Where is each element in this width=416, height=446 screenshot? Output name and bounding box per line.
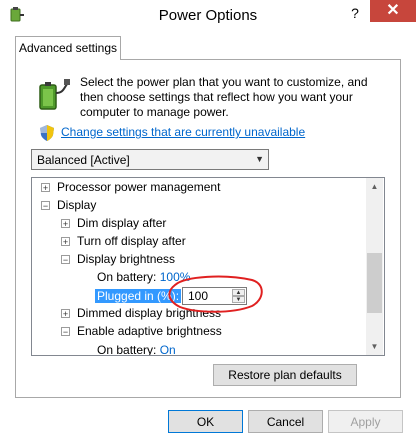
- tree-item-label: Processor power management: [57, 180, 221, 194]
- expand-icon[interactable]: +: [41, 183, 50, 193]
- plugged-in-label: Plugged in (%):: [95, 289, 182, 303]
- plugged-in-value[interactable]: 100: [188, 289, 208, 303]
- tree-item-label: Enable adaptive brightness: [77, 324, 222, 338]
- tree-item-on-battery[interactable]: On battery: 100%: [97, 268, 190, 286]
- help-button[interactable]: ?: [340, 2, 370, 26]
- tree-item-adaptive-on-battery[interactable]: On battery: On: [97, 341, 176, 355]
- tree-item-display-brightness[interactable]: − Display brightness: [61, 250, 175, 268]
- tree-item-label: Dim display after: [77, 216, 167, 230]
- cancel-button[interactable]: Cancel: [248, 410, 323, 433]
- tree-item-adaptive-brightness[interactable]: − Enable adaptive brightness: [61, 322, 222, 340]
- adaptive-on-battery-label: On battery:: [97, 343, 157, 355]
- spin-up-icon[interactable]: ▲: [232, 289, 245, 296]
- expand-icon[interactable]: +: [61, 309, 70, 319]
- ok-button[interactable]: OK: [168, 410, 243, 433]
- collapse-icon[interactable]: −: [61, 255, 70, 265]
- tree-item-label: Display: [57, 198, 97, 212]
- description-text: Select the power plan that you want to c…: [80, 75, 368, 119]
- on-battery-label: On battery:: [97, 270, 157, 284]
- expand-icon[interactable]: +: [61, 237, 70, 247]
- spin-down-icon[interactable]: ▼: [232, 296, 245, 303]
- tree-scrollbar[interactable]: ▲ ▼: [366, 178, 383, 355]
- tree-item-dimmed-brightness[interactable]: + Dimmed display brightness: [61, 304, 221, 322]
- on-battery-value[interactable]: 100%: [160, 270, 191, 284]
- uac-shield-icon: [40, 125, 54, 141]
- tree-item-processor[interactable]: + Processor power management: [41, 178, 220, 196]
- tree-item-display[interactable]: − Display: [41, 196, 96, 214]
- title-bar: Power Options ? ✕: [0, 0, 416, 30]
- power-plan-value: Balanced [Active]: [37, 153, 130, 167]
- close-button[interactable]: ✕: [370, 0, 416, 22]
- adaptive-on-battery-value[interactable]: On: [160, 343, 176, 355]
- tree-item-label: Display brightness: [77, 252, 176, 266]
- chevron-down-icon: ▼: [255, 154, 264, 164]
- scroll-down-icon[interactable]: ▼: [366, 338, 383, 355]
- tree-item-label: Dimmed display brightness: [77, 306, 222, 320]
- scroll-thumb[interactable]: [367, 253, 382, 313]
- plugged-in-stepper[interactable]: 100 ▲ ▼: [182, 287, 247, 305]
- expand-icon[interactable]: +: [61, 219, 70, 229]
- tab-advanced-settings[interactable]: Advanced settings: [15, 36, 121, 60]
- tree-item-dim-display[interactable]: + Dim display after: [61, 214, 166, 232]
- power-plan-select[interactable]: Balanced [Active] ▼: [31, 149, 269, 170]
- collapse-icon[interactable]: −: [41, 201, 50, 211]
- restore-defaults-button[interactable]: Restore plan defaults: [213, 364, 357, 386]
- tree-item-plugged-in[interactable]: Plugged in (%):: [95, 287, 182, 305]
- tree-item-turn-off-display[interactable]: + Turn off display after: [61, 232, 186, 250]
- scroll-up-icon[interactable]: ▲: [366, 178, 383, 195]
- battery-plug-icon: [39, 79, 70, 110]
- apply-button[interactable]: Apply: [328, 410, 403, 433]
- collapse-icon[interactable]: −: [61, 327, 70, 337]
- tree-item-label: Turn off display after: [77, 234, 186, 248]
- change-settings-link[interactable]: Change settings that are currently unava…: [61, 125, 305, 139]
